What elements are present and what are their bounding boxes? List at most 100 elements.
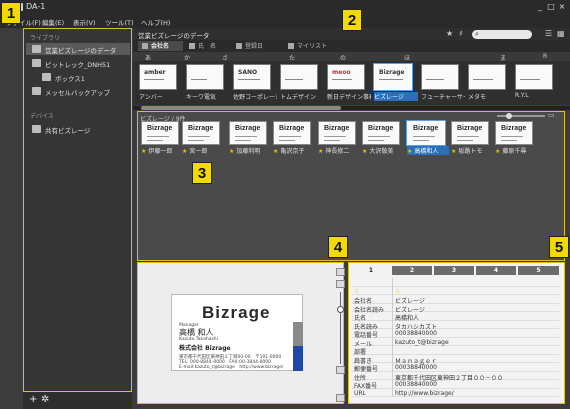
business-card-preview: Bizrage Manager 高橋 和人 Kazuto Takahashi 株… (171, 294, 303, 371)
detail-tab-4[interactable]: 4 (476, 266, 516, 275)
company-thumb[interactable] (515, 64, 553, 90)
card-label: ★ 宮一郎 (182, 148, 208, 155)
business-card-thumb[interactable]: Bizrage (229, 121, 267, 145)
grid-view-icon[interactable]: ▦ (557, 29, 565, 38)
detail-row[interactable]: URL http://www.bizrage/ (352, 388, 559, 397)
star-icon: ★ (407, 148, 413, 155)
kana-index-item[interactable]: R (543, 53, 547, 60)
detail-row[interactable]: FAX番号 00038840000 (352, 380, 559, 390)
company-thumb[interactable]: amber (139, 64, 177, 90)
company-thumb[interactable]: SANO (233, 64, 271, 90)
sidebar-item-backup[interactable]: メッセルバックアップ (26, 85, 130, 97)
company-thumb[interactable] (280, 64, 318, 90)
sidebar-item-sales-db[interactable]: 営業ビズレージのデータ (26, 43, 130, 55)
star-filter-icon[interactable]: ★ (446, 29, 453, 38)
settings-gear-icon[interactable]: ✲ (41, 394, 49, 405)
detail-tab-3[interactable]: 3 (434, 266, 474, 275)
business-card-thumb[interactable]: Bizrage (451, 121, 489, 145)
card-blue-stripe (293, 346, 303, 371)
list-view-icon[interactable]: ☰ (545, 29, 552, 38)
card-name-romaji: Kazuto Takahashi (179, 337, 218, 342)
sidebar-item-label: 営業ビズレージのデータ (45, 47, 117, 55)
flip-icon[interactable] (336, 280, 345, 288)
card-label-selected: ★ 高橋和人 (407, 146, 449, 155)
tab-company[interactable]: 会社名 (138, 41, 183, 51)
zoom-slider[interactable] (497, 115, 545, 117)
company-thumb-label: 佐野コーポレーション (233, 94, 277, 101)
sidebar-item-box1[interactable]: ボックス1 (26, 71, 130, 83)
sidebar-item-label: メッセルバックアップ (45, 89, 110, 97)
business-card-thumb[interactable]: Bizrage (273, 121, 311, 145)
close-button[interactable]: × (557, 2, 567, 11)
business-card-thumb-selected[interactable]: Bizrage (406, 120, 446, 146)
sidebar-item-label: ボックス1 (55, 75, 85, 83)
sidebar-bottom-bar: + ✲ (23, 392, 132, 409)
menu-tools[interactable]: ツール(T) (105, 17, 134, 27)
detail-row[interactable]: 肩書き Ｍａｎａｇｅｒ (352, 354, 559, 365)
business-card-thumb[interactable]: Bizrage (318, 121, 356, 145)
fit-to-window-icon[interactable] (336, 394, 345, 402)
menu-edit[interactable]: 編集(E) (42, 17, 64, 27)
detail-row[interactable] (352, 278, 559, 287)
company-thumb-label-selected: ビズレージ (374, 92, 418, 101)
scrollbar-thumb[interactable] (141, 106, 341, 110)
zoom-out-icon[interactable] (336, 366, 345, 374)
preview-zoom-knob[interactable] (337, 306, 344, 313)
star-icon: ★ (141, 148, 147, 155)
detail-row[interactable]: 会社名読み ビズレージ (352, 303, 559, 314)
callout-badge-5: 5 (549, 236, 569, 258)
company-icon (142, 43, 148, 49)
zoom-slider-knob[interactable] (506, 113, 512, 119)
bizrage-logo: Bizrage (202, 303, 271, 322)
detail-row[interactable]: 電話番号 00038840000 (352, 329, 559, 339)
company-thumb[interactable]: meoo (327, 64, 365, 90)
detail-row[interactable]: メール kazuto_t@bizrage (352, 337, 559, 348)
detail-tabs: 1 2 3 4 5 (352, 266, 559, 276)
company-thumb-label: R.Y.L (515, 92, 529, 99)
detail-tab-1[interactable]: 1 (352, 266, 390, 275)
callout-badge-3: 3 (192, 162, 212, 184)
minimize-button[interactable]: _ (535, 2, 545, 11)
preview-zoom-track[interactable] (340, 292, 341, 364)
maximize-button[interactable]: □ (546, 2, 556, 11)
detail-row[interactable]: 郵便番号 00038840000 (352, 363, 559, 373)
star-icon: ★ (451, 148, 457, 155)
business-card-thumb[interactable]: Bizrage (182, 121, 220, 145)
tag-icon[interactable]: ♯ (459, 29, 463, 38)
business-card-thumb[interactable]: Bizrage (495, 121, 533, 145)
card-email: E-mail:kazuto_t@bizrage http://www.bizra… (179, 365, 284, 370)
card-gray-stripe (293, 322, 303, 346)
detail-row[interactable]: 氏名読み タカハシカズト (352, 320, 559, 331)
menu-bar: ファイル(F) 編集(E) 表示(V) ツール(T) ヘルプ(H) (0, 14, 570, 28)
company-thumb-label: 新日デザイン事務所 (327, 94, 371, 101)
company-thumb[interactable] (186, 64, 224, 90)
business-card-thumb[interactable]: Bizrage (141, 121, 179, 145)
company-thumb-selected[interactable]: Bizrage (373, 63, 413, 91)
detail-row-favorite[interactable]: ☆ ☆ (352, 286, 559, 295)
business-card-thumb[interactable]: Bizrage (362, 121, 400, 145)
star-icon: ★ (229, 148, 235, 155)
card-label: ★ 伊藤一郎 (141, 148, 173, 155)
detail-row[interactable]: 住所 東京都千代田区東神田２丁目００－００ (352, 371, 559, 382)
sidebar-item-shared[interactable]: 共有ビズレージ (26, 123, 130, 135)
detail-row[interactable]: 会社名 ビズレージ (352, 295, 559, 305)
rotate-icon[interactable] (336, 268, 345, 276)
search-input[interactable]: ⌕ (472, 30, 532, 39)
add-button[interactable]: + (29, 394, 37, 405)
detail-row[interactable]: 氏名 高橋和人 (352, 312, 559, 322)
tab-mylist[interactable]: マイリスト (284, 41, 336, 51)
company-thumb[interactable] (468, 64, 506, 90)
detail-row[interactable]: 部署 (352, 346, 559, 356)
sidebar-item-pitlec[interactable]: ピットレック_DNH51 (26, 57, 130, 69)
clock-icon (236, 43, 242, 49)
tab-name[interactable]: 氏 名 (185, 41, 230, 51)
tab-date[interactable]: 登録日 (232, 41, 282, 51)
menu-help[interactable]: ヘルプ(H) (141, 17, 170, 27)
detail-tab-5[interactable]: 5 (518, 266, 559, 275)
company-thumb-label: フューチャーサイト (421, 94, 465, 101)
menu-view[interactable]: 表示(V) (73, 17, 96, 27)
company-thumb[interactable] (421, 64, 459, 90)
strip-scrollbar[interactable] (133, 106, 570, 110)
fit-icon[interactable]: ▭ (548, 111, 555, 119)
detail-tab-2[interactable]: 2 (392, 266, 432, 275)
